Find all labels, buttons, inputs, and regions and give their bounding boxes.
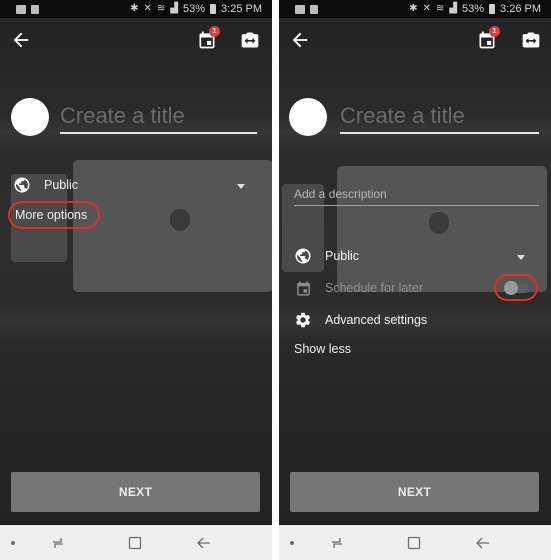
avatar[interactable] bbox=[11, 98, 49, 136]
nav-back-button[interactable] bbox=[475, 535, 491, 551]
wifi-icon: ≋ bbox=[156, 3, 166, 14]
globe-icon bbox=[293, 246, 313, 266]
wifi-icon: ≋ bbox=[435, 3, 445, 14]
battery-percent: 53% bbox=[462, 3, 485, 15]
schedule-button[interactable]: 1 bbox=[477, 26, 500, 52]
advanced-settings-label: Advanced settings bbox=[325, 313, 428, 327]
recent-apps-button[interactable] bbox=[329, 535, 345, 551]
schedule-toggle[interactable] bbox=[504, 281, 532, 295]
caret-down-icon[interactable] bbox=[237, 184, 245, 189]
home-button[interactable] bbox=[127, 535, 143, 551]
privacy-selector[interactable]: Public bbox=[293, 245, 359, 267]
notification-badge: 1 bbox=[209, 26, 220, 37]
background-photo bbox=[279, 22, 551, 527]
schedule-label: Schedule for later bbox=[325, 281, 423, 295]
toggle-thumb bbox=[504, 281, 518, 295]
camera-switch-icon bbox=[241, 32, 259, 48]
privacy-label: Public bbox=[44, 178, 79, 192]
avatar[interactable] bbox=[289, 98, 327, 136]
image-notification-icon bbox=[16, 4, 26, 14]
recent-apps-icon bbox=[53, 538, 63, 548]
privacy-label: Public bbox=[325, 249, 360, 263]
left-screen: ✱ ✕ ≋ ▟ 53% 3:25 PM 1 Public More option… bbox=[0, 0, 272, 560]
back-button[interactable] bbox=[10, 29, 32, 51]
bluetooth-icon: ✱ bbox=[409, 3, 418, 14]
privacy-selector[interactable]: Public bbox=[12, 174, 78, 196]
nav-back-icon bbox=[476, 537, 489, 549]
nav-back-button[interactable] bbox=[196, 535, 212, 551]
background-photo bbox=[0, 22, 272, 527]
mute-icon: ✕ bbox=[422, 3, 431, 14]
battery-icon bbox=[210, 4, 217, 14]
navigation-bar bbox=[279, 524, 551, 560]
mute-icon: ✕ bbox=[143, 3, 152, 14]
navigation-bar bbox=[0, 524, 272, 560]
clock: 3:25 PM bbox=[221, 3, 262, 15]
title-input[interactable] bbox=[340, 100, 539, 134]
status-bar: ✱ ✕ ≋ ▟ 53% 3:26 PM bbox=[279, 0, 551, 18]
show-less-link[interactable]: Show less bbox=[294, 342, 351, 356]
right-screen: ✱ ✕ ≋ ▟ 53% 3:26 PM 1 Public bbox=[279, 0, 551, 560]
title-input[interactable] bbox=[60, 100, 257, 134]
notification-badge: 1 bbox=[489, 26, 500, 37]
next-button[interactable]: NEXT bbox=[11, 472, 260, 512]
image-notification-icon bbox=[295, 4, 305, 14]
app-bar: 1 bbox=[279, 18, 551, 62]
bluetooth-icon: ✱ bbox=[130, 3, 139, 14]
schedule-button[interactable]: 1 bbox=[197, 26, 220, 52]
home-button[interactable] bbox=[406, 535, 422, 551]
caret-down-icon[interactable] bbox=[517, 255, 525, 260]
screen-divider bbox=[272, 0, 279, 560]
home-icon bbox=[128, 536, 142, 550]
nav-back-icon bbox=[197, 537, 210, 549]
next-button[interactable]: NEXT bbox=[290, 472, 539, 512]
battery-icon bbox=[489, 4, 496, 14]
advanced-settings-link[interactable]: Advanced settings bbox=[293, 309, 427, 331]
arrow-left-icon bbox=[292, 32, 308, 48]
status-bar: ✱ ✕ ≋ ▟ 53% 3:25 PM bbox=[0, 0, 272, 18]
signal-icon: ▟ bbox=[170, 3, 178, 14]
gear-icon bbox=[293, 310, 313, 330]
switch-camera-button[interactable] bbox=[240, 30, 262, 52]
battery-percent: 53% bbox=[183, 3, 206, 15]
more-options-link[interactable]: More options bbox=[15, 208, 87, 222]
nav-indicator-dot bbox=[290, 541, 294, 545]
recent-apps-icon bbox=[332, 538, 342, 548]
schedule-row: Schedule for later bbox=[293, 277, 423, 299]
recent-apps-button[interactable] bbox=[50, 535, 66, 551]
app-bar: 1 bbox=[0, 18, 272, 62]
home-icon bbox=[407, 536, 421, 550]
background-band bbox=[0, 302, 272, 342]
globe-icon bbox=[12, 175, 32, 195]
back-button[interactable] bbox=[289, 29, 311, 51]
nav-indicator-dot bbox=[11, 541, 15, 545]
background-apple-logo bbox=[170, 209, 190, 231]
calendar-icon bbox=[293, 278, 313, 298]
camera-switch-icon bbox=[522, 32, 540, 48]
signal-icon: ▟ bbox=[449, 3, 457, 14]
arrow-left-icon bbox=[13, 32, 29, 48]
app-notification-icon bbox=[310, 4, 318, 14]
clock: 3:26 PM bbox=[500, 3, 541, 15]
background-apple-logo bbox=[429, 212, 449, 234]
app-notification-icon bbox=[31, 4, 39, 14]
switch-camera-button[interactable] bbox=[521, 30, 543, 52]
description-input[interactable] bbox=[294, 182, 539, 206]
